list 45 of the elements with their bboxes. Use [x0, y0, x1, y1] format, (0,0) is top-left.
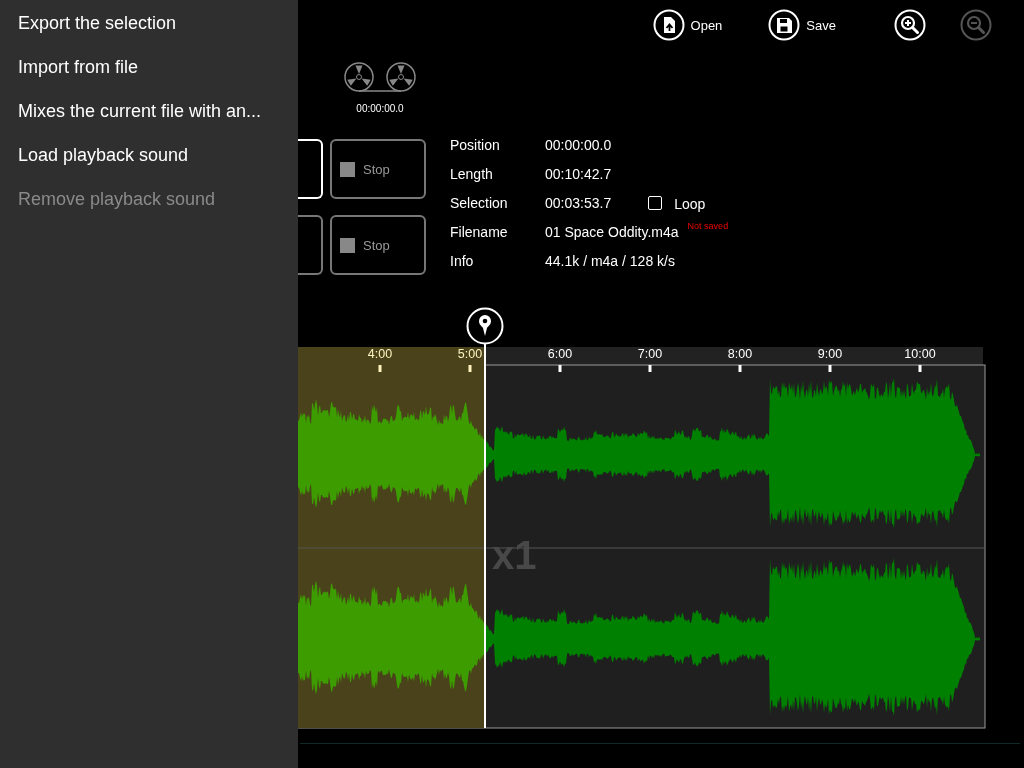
tick-mark — [558, 365, 562, 372]
tick-mark — [378, 365, 382, 372]
loop-label: Loop — [674, 196, 706, 212]
document-upload-icon — [652, 9, 685, 41]
info-value: 00:10:42.7 — [545, 166, 612, 182]
tick-mark — [468, 365, 472, 372]
zoom-in-icon — [894, 9, 926, 41]
time-label: 8:00 — [727, 347, 753, 361]
info-label: Position — [450, 137, 501, 155]
stop-icon — [340, 237, 355, 253]
time-label: 4:00 — [367, 347, 393, 361]
info-label: Filename — [450, 224, 509, 242]
info-value: 44.1k / m4a / 128 k/s — [545, 253, 675, 269]
info-label: Selection — [450, 195, 509, 213]
time-label: 6:00 — [547, 347, 573, 361]
menu-item[interactable]: Load playback sound — [0, 143, 298, 187]
info-value: 01 Space Oddity.m4a — [545, 224, 679, 240]
tick-mark — [828, 365, 832, 372]
location-pin-icon[interactable] — [466, 307, 504, 345]
tape-reels-icon — [342, 61, 418, 93]
tick-mark — [918, 365, 922, 372]
floppy-disk-icon — [768, 9, 801, 41]
loop-checkbox[interactable] — [648, 196, 663, 210]
zoom-in-button[interactable] — [894, 9, 926, 41]
zoom-out-icon — [960, 9, 992, 41]
time-label: 7:00 — [637, 347, 663, 361]
menu-item[interactable]: Import from file — [0, 55, 298, 99]
menu-item[interactable]: Mixes the current file with an... — [0, 99, 298, 143]
tick-mark — [648, 365, 652, 372]
unsaved-note: Not saved — [687, 221, 729, 231]
info-value: 00:03:53.7 — [545, 195, 612, 211]
stop-button[interactable]: Stop — [330, 215, 426, 275]
tick-mark — [738, 365, 742, 372]
open-button[interactable]: Open — [652, 9, 723, 41]
time-label: 9:00 — [817, 347, 843, 361]
info-value: 00:00:00.0 — [545, 137, 612, 153]
time-label: 10:00 — [904, 347, 936, 361]
info-label: Length — [450, 166, 494, 184]
menu-item[interactable]: Export the selection — [0, 11, 298, 55]
time-label: 5:00 — [457, 347, 483, 361]
stop-button[interactable]: Stop — [330, 139, 426, 199]
tape-counter: 00:00:00.0 — [356, 103, 404, 114]
save-button[interactable]: Save — [768, 9, 836, 41]
stop-icon — [340, 161, 355, 177]
info-label: Info — [450, 253, 475, 271]
